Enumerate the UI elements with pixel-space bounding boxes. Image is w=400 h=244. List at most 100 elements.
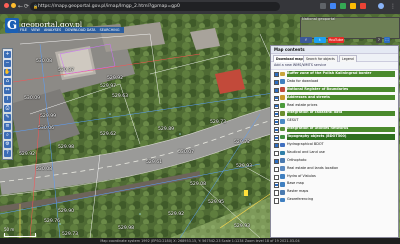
layer-item[interactable]: Data for download — [271, 78, 398, 86]
layer-label: Real estate and lands location — [287, 165, 339, 170]
layer-label: GESUT — [287, 118, 299, 123]
youtube-button[interactable]: YouTube — [328, 37, 344, 43]
draw-icon[interactable]: ✎ — [4, 114, 11, 121]
layer-checkbox[interactable] — [274, 174, 280, 180]
back-icon[interactable]: ← — [18, 3, 23, 10]
layer-checkbox[interactable] — [274, 135, 280, 141]
layer-item[interactable]: Georeferencing — [271, 196, 398, 204]
layer-item[interactable]: Orthophoto — [271, 157, 398, 165]
layer-folder-icon — [280, 126, 285, 132]
home-icon[interactable]: ⌂ — [4, 78, 11, 85]
layer-label: Orthophoto — [287, 157, 307, 162]
menu-download-data[interactable]: DOWNLOAD DATA — [65, 28, 95, 32]
layer-label: Integration of cadastral data — [287, 110, 343, 115]
extension-icon[interactable] — [360, 3, 366, 9]
layer-folder-icon — [280, 189, 285, 195]
layer-item[interactable]: Integration of cadastral data — [271, 109, 398, 117]
layer-checkbox[interactable] — [274, 103, 280, 109]
layer-checkbox[interactable] — [274, 158, 280, 165]
layer-checkbox[interactable] — [274, 166, 280, 173]
extension-icon[interactable] — [330, 3, 336, 9]
measure-icon[interactable]: ↔ — [4, 87, 11, 94]
fullscreen-icon[interactable]: ⛶ — [384, 37, 390, 43]
parcel-label: 530.06 — [38, 126, 55, 131]
layer-item[interactable]: National Register of Boundaries — [271, 86, 398, 94]
zoom-in-icon[interactable]: + — [4, 51, 11, 58]
profile-avatar[interactable] — [378, 3, 384, 9]
layer-checkbox[interactable] — [274, 72, 280, 78]
layer-checkbox[interactable] — [274, 150, 280, 157]
facebook-icon[interactable]: f — [300, 37, 312, 43]
layer-item[interactable]: Raster maps — [271, 188, 398, 196]
layer-item[interactable]: Real estate prices — [271, 102, 398, 110]
menu-icon[interactable]: ⋮ — [390, 3, 396, 10]
layer-folder-icon — [280, 197, 285, 203]
layer-label: National Register of Boundaries — [287, 86, 349, 91]
layer-checkbox[interactable] — [274, 87, 280, 94]
parcel-label: 529.98 — [58, 145, 75, 150]
layer-label: Hydrographical BDOT — [287, 142, 324, 147]
info-icon[interactable]: i — [4, 96, 11, 103]
parcel-label: 529.97 — [100, 84, 117, 89]
layer-folder-icon — [280, 95, 285, 100]
menu-analyses[interactable]: ANALYSES — [44, 28, 61, 32]
layer-folder-icon — [280, 142, 285, 148]
layer-item[interactable]: Hydrographical BDOT — [271, 141, 398, 149]
layer-checkbox[interactable] — [274, 119, 280, 125]
layer-label: Raster maps — [287, 189, 309, 194]
tab-search-objects[interactable]: Search for objects — [303, 55, 338, 62]
layer-checkbox[interactable] — [274, 79, 280, 86]
layer-checkbox[interactable] — [274, 127, 280, 133]
reload-icon[interactable]: ⟳ — [24, 3, 29, 10]
search-icon[interactable]: ⌕ — [4, 132, 11, 139]
layer-item[interactable]: Nautical and Land use — [271, 149, 398, 157]
layer-checkbox[interactable] — [274, 111, 280, 117]
help-icon[interactable]: ? — [4, 150, 11, 157]
layer-label: Nautical and Land use — [287, 149, 325, 154]
pan-icon[interactable]: ✋ — [4, 69, 11, 76]
layer-item[interactable]: Base map — [271, 180, 398, 188]
layer-item[interactable]: Integration of utilities networks — [271, 125, 398, 133]
parcel-label: 530.08 — [36, 167, 53, 172]
extension-icon[interactable] — [340, 3, 346, 9]
menu-file[interactable]: FILE — [20, 28, 27, 32]
address-bar[interactable]: https://mapy.geoportal.gov.pl/imap/Imgp_… — [30, 2, 280, 11]
tab-legend[interactable]: Legend — [339, 55, 357, 62]
menu-view[interactable]: VIEW — [31, 28, 40, 32]
settings-icon[interactable]: ⚙ — [4, 141, 11, 148]
parcel-label: 530.07 — [178, 150, 195, 155]
map-contents-panel: Map contents Download maps Search for ob… — [270, 45, 399, 238]
panel-tabs: Download maps Search for objects Legend — [271, 54, 398, 62]
layer-checkbox[interactable] — [274, 95, 280, 102]
layer-item[interactable]: Real estate and lands location — [271, 165, 398, 173]
layers-icon[interactable]: ≡ — [4, 123, 11, 130]
layer-folder-icon — [280, 71, 285, 77]
parcel-label: 529.92 — [107, 76, 124, 81]
extension-icon[interactable] — [320, 3, 326, 9]
parcel-label: 530.08 — [36, 59, 53, 64]
layer-folder-icon — [280, 166, 285, 171]
parcel-label: 530.87 — [58, 68, 75, 73]
close-window-icon[interactable] — [4, 3, 9, 8]
twitter-icon[interactable]: t — [314, 37, 326, 43]
scale-bar — [4, 233, 36, 237]
parcel-label: 529.92 — [19, 152, 36, 157]
layer-checkbox[interactable] — [274, 143, 280, 149]
minimize-window-icon[interactable] — [11, 3, 16, 8]
extension-icon[interactable] — [350, 3, 356, 9]
menu-searching[interactable]: SEARCHING — [100, 28, 120, 32]
parcel-label: 529.98 — [118, 226, 135, 231]
print-icon[interactable]: ⎙ — [4, 105, 11, 112]
layer-item[interactable]: GESUT — [271, 117, 398, 125]
zoom-out-icon[interactable]: − — [4, 60, 11, 67]
add-service-link[interactable]: Add a new WMS/WMTS service — [271, 62, 398, 70]
layer-checkbox[interactable] — [274, 182, 280, 188]
layer-item[interactable]: Topography objects (BDOT500) — [271, 133, 398, 141]
help-icon[interactable]: ? — [376, 37, 382, 43]
layer-item[interactable]: Addresses and streets — [271, 94, 398, 102]
layer-checkbox[interactable] — [274, 190, 280, 196]
layer-item[interactable]: Buffer zone of the Polish Kaliningrad bo… — [271, 70, 398, 78]
layer-item[interactable]: Hydro of Vistulas — [271, 173, 398, 181]
parcel-label: 529.99 — [40, 114, 57, 119]
layer-checkbox[interactable] — [274, 198, 280, 204]
